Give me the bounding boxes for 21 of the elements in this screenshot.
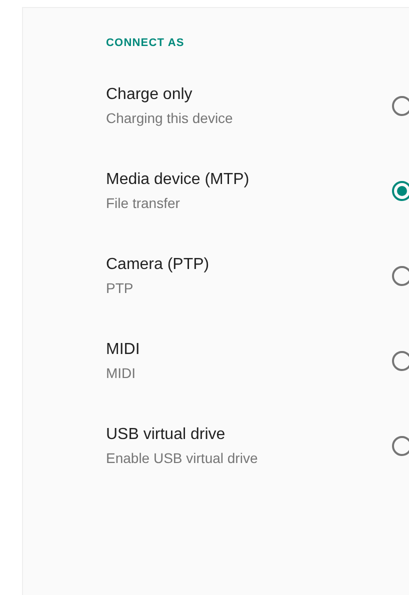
option-title: Charge only [106, 84, 192, 104]
option-subtitle: Enable USB virtual drive [106, 448, 258, 466]
option-title: USB virtual drive [106, 424, 226, 444]
option-title: MIDI [106, 340, 140, 360]
option-subtitle: PTP [106, 278, 134, 296]
option-subtitle: File transfer [106, 194, 180, 212]
option-subtitle: Charging this device [106, 108, 233, 126]
option-title: Camera (PTP) [106, 254, 210, 274]
option-row[interactable]: Camera (PTP) PTP [106, 233, 409, 318]
option-row[interactable]: Charge only Charging this device [106, 63, 409, 148]
option-row[interactable]: MIDI MIDI [106, 318, 409, 403]
radio-button[interactable] [392, 436, 409, 456]
option-title: Media device (MTP) [106, 170, 250, 190]
section-header: CONNECT AS [106, 36, 186, 51]
radio-button[interactable] [392, 96, 409, 116]
radio-button[interactable] [392, 180, 409, 200]
radio-button[interactable] [392, 266, 409, 286]
option-row[interactable]: Media device (MTP) File transfer [106, 148, 409, 233]
radio-button[interactable] [392, 350, 409, 370]
option-subtitle: MIDI [106, 364, 136, 382]
option-row[interactable]: USB virtual drive Enable USB virtual drive [106, 403, 409, 488]
